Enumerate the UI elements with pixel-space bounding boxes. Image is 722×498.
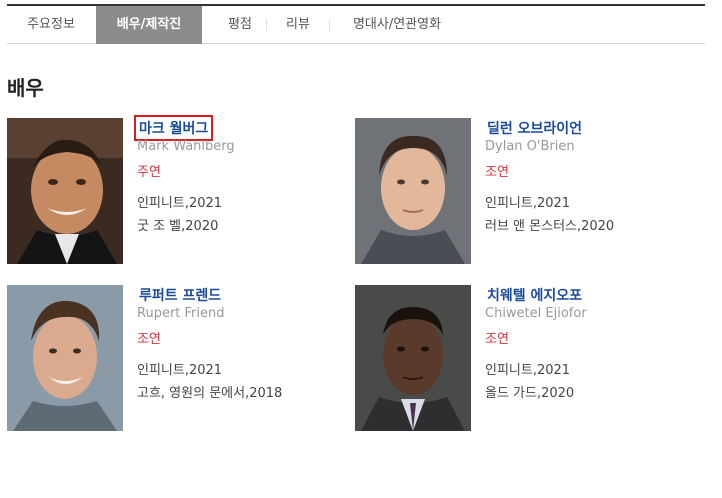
tab-divider (329, 19, 330, 32)
tab-main-info[interactable]: 주요정보 (7, 6, 95, 44)
filmography-link[interactable]: 인피니트,2021 (485, 192, 570, 211)
actor-role: 조연 (485, 165, 509, 180)
actor-card: 치웨텔 에지오포 Chiwetel Ejiofor 조연 인피니트,2021 올… (355, 285, 685, 431)
actor-role: 조연 (485, 332, 509, 347)
actor-name-link[interactable]: 마크 월버그 (133, 115, 214, 141)
actor-card: 마크 월버그 Mark Wahlberg 주연 인피니트,2021 굿 조 벨,… (7, 115, 337, 264)
actor-photo[interactable] (7, 118, 123, 264)
actor-role: 조연 (137, 332, 161, 347)
actor-name-link[interactable]: 치웨텔 에지오포 (485, 285, 584, 305)
tab-bar: 주요정보 배우/제작진 평점 리뷰 명대사/연관영화 (7, 4, 705, 44)
actor-photo[interactable] (355, 118, 471, 264)
actor-role: 주연 (137, 165, 161, 180)
tab-ratings[interactable]: 평점 (215, 6, 265, 44)
filmography-link[interactable]: 인피니트,2021 (137, 192, 222, 211)
tab-reviews[interactable]: 리뷰 (273, 6, 323, 44)
filmography-link[interactable]: 인피니트,2021 (485, 359, 570, 378)
tab-cast-crew[interactable]: 배우/제작진 (96, 6, 202, 44)
actor-english-name: Dylan O'Brien (485, 139, 575, 154)
actor-english-name: Chiwetel Ejiofor (485, 306, 587, 321)
actor-card: 루퍼트 프렌드 Rupert Friend 조연 인피니트,2021 고흐, 영… (7, 285, 337, 431)
actor-card: 딜런 오브라이언 Dylan O'Brien 조연 인피니트,2021 러브 앤… (355, 118, 685, 264)
actor-name-link[interactable]: 루퍼트 프렌드 (137, 285, 223, 305)
section-title: 배우 (7, 76, 44, 100)
tab-divider (266, 19, 267, 32)
filmography-link[interactable]: 러브 앤 몬스터스,2020 (485, 215, 614, 234)
filmography-link[interactable]: 인피니트,2021 (137, 359, 222, 378)
filmography-link[interactable]: 고흐, 영원의 문에서,2018 (137, 382, 282, 401)
filmography-link[interactable]: 굿 조 벨,2020 (137, 215, 218, 234)
actor-english-name: Rupert Friend (137, 306, 225, 321)
actor-photo[interactable] (355, 285, 471, 431)
actor-english-name: Mark Wahlberg (137, 139, 235, 154)
filmography-link[interactable]: 올드 가드,2020 (485, 382, 574, 401)
actor-photo[interactable] (7, 285, 123, 431)
tab-quotes-related[interactable]: 명대사/연관영화 (337, 6, 457, 44)
actor-name-link[interactable]: 딜런 오브라이언 (485, 118, 584, 138)
